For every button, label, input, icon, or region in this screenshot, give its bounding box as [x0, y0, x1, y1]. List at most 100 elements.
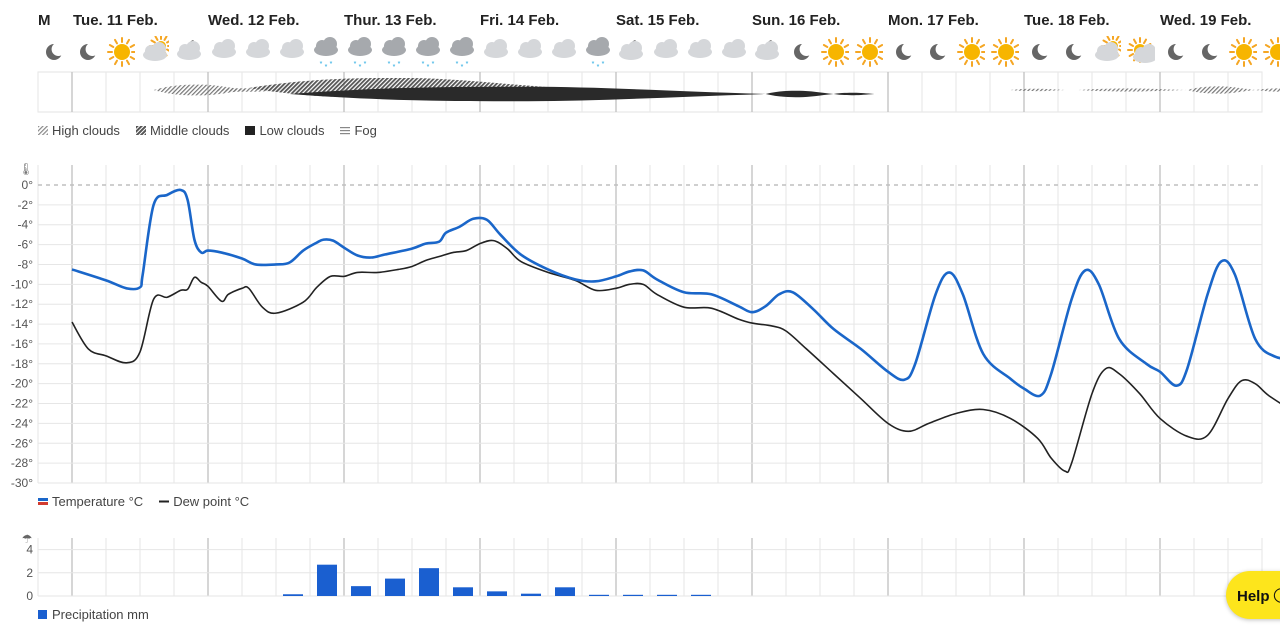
temperature-legend: Temperature °C Dew point °C	[38, 494, 265, 509]
legend-item-precipitation: Precipitation mm	[38, 607, 149, 622]
precipitation-bar	[385, 578, 405, 596]
partly-cloudy-icon	[143, 36, 169, 61]
day-label: Mon. 17 Feb.	[888, 12, 979, 29]
legend-label: Dew point °C	[173, 494, 250, 509]
sun-icon	[821, 37, 849, 67]
legend-label: Fog	[354, 123, 377, 138]
cloud-band	[833, 92, 875, 96]
y-tick-label: -20°	[11, 377, 33, 391]
svg-text:*: *	[432, 61, 435, 68]
cloud-cover-chart	[37, 71, 1280, 113]
sun-icon	[991, 37, 1019, 67]
precipitation-bar	[351, 586, 371, 596]
legend-label: Middle clouds	[149, 123, 230, 138]
legend-item-dewpoint: Dew point °C	[159, 494, 249, 509]
precipitation-swatch	[38, 610, 47, 619]
precipitation-bar	[657, 594, 677, 596]
precipitation-bar	[521, 593, 541, 596]
y-tick-label: -16°	[11, 337, 33, 351]
svg-text:*: *	[592, 61, 595, 68]
y-tick-label: -2°	[18, 198, 34, 212]
svg-text:*: *	[602, 61, 605, 68]
dewpoint-swatch	[159, 500, 170, 503]
fog-swatch	[340, 127, 351, 135]
cloud-icon	[518, 39, 542, 58]
moon-icon	[896, 42, 916, 60]
svg-text:*: *	[466, 61, 469, 68]
moon-icon	[930, 42, 950, 60]
low-clouds-swatch	[245, 126, 256, 135]
precipitation-bar	[317, 564, 337, 596]
legend-item-low-clouds: Low clouds	[245, 123, 324, 138]
cloud-band	[765, 90, 834, 98]
svg-text:*: *	[422, 61, 425, 68]
svg-text:*: *	[354, 61, 357, 68]
moon-icon	[80, 42, 100, 60]
moon-icon	[46, 42, 66, 60]
moon-cloud-icon	[755, 39, 779, 60]
legend-label: Precipitation mm	[52, 607, 149, 622]
moon-icon	[1202, 42, 1222, 60]
day-label: Sat. 15 Feb.	[616, 12, 700, 29]
y-tick-label: 0	[26, 589, 33, 603]
precipitation-bar	[623, 594, 643, 596]
precipitation-bar	[419, 568, 439, 596]
legend-item-high-clouds: High clouds	[38, 123, 120, 138]
day-label: Fri. 14 Feb.	[480, 12, 560, 29]
snow-cloud-icon: * * *	[416, 37, 440, 68]
precipitation-bar	[453, 587, 473, 596]
moon-icon	[1066, 42, 1086, 60]
cloud-icon	[280, 39, 304, 58]
moon-cloud-icon	[619, 39, 643, 60]
y-tick-label: -22°	[11, 397, 33, 411]
moon-cloud-icon	[177, 39, 201, 60]
precipitation-bar	[555, 587, 575, 596]
precipitation-legend: Precipitation mm	[38, 607, 165, 622]
day-label: Wed. 12 Feb.	[208, 12, 300, 29]
precipitation-bar	[283, 594, 303, 596]
y-tick-label: -12°	[11, 297, 33, 311]
high-clouds-swatch	[38, 126, 48, 135]
snow-cloud-icon: * * *	[314, 37, 338, 68]
y-tick-label: -18°	[11, 357, 33, 371]
help-button[interactable]: Help ⓘ	[1226, 571, 1280, 619]
cloud-band	[1010, 88, 1065, 92]
snow-cloud-icon: * * *	[348, 37, 372, 68]
cloud-icon	[722, 39, 746, 58]
y-tick-label: -28°	[11, 456, 33, 470]
svg-text:*: *	[456, 61, 459, 68]
sun-icon	[107, 37, 135, 67]
dewpoint-line	[71, 239, 1280, 474]
day-label: Tue. 11 Feb.	[73, 12, 158, 29]
day-label: Sun. 16 Feb.	[752, 12, 841, 29]
svg-text:*: *	[461, 64, 464, 68]
snow-cloud-icon: * * *	[382, 37, 406, 68]
sun-icon	[1229, 37, 1257, 67]
svg-text:*: *	[388, 61, 391, 68]
legend-label: Low clouds	[259, 123, 325, 138]
sun-cloud-icon	[1127, 37, 1155, 63]
precipitation-chart: ☂024	[22, 532, 1263, 603]
precipitation-bar	[589, 594, 609, 596]
y-tick-label: -26°	[11, 436, 33, 450]
temperature-chart: 🌡 0° -2° -4° -6° -8° -10° -12° -14° -16° -18° -20° -…	[11, 162, 1280, 490]
precipitation-bar	[487, 591, 507, 596]
weather-icon-row: * * * * * * * * * * * * * * * * * *	[0, 36, 1280, 70]
svg-text:*: *	[427, 64, 430, 68]
sun-icon	[855, 37, 883, 67]
sun-icon	[957, 37, 985, 67]
cloud-icon	[654, 39, 678, 58]
svg-text:*: *	[320, 61, 323, 68]
y-tick-label: -30°	[11, 476, 33, 490]
y-tick-label: -6°	[18, 238, 34, 252]
svg-text:*: *	[325, 64, 328, 68]
cloud-icon	[552, 39, 576, 58]
cloud-legend: High clouds Middle clouds Low clouds Fog	[38, 123, 393, 138]
legend-item-fog: Fog	[340, 123, 377, 138]
cloud-band	[1255, 88, 1280, 92]
cloud-icon	[484, 39, 508, 58]
y-tick-label: 2	[26, 566, 33, 580]
day-label: Tue. 18 Feb.	[1024, 12, 1110, 29]
cloud-band	[1078, 88, 1188, 92]
svg-text:*: *	[398, 61, 401, 68]
